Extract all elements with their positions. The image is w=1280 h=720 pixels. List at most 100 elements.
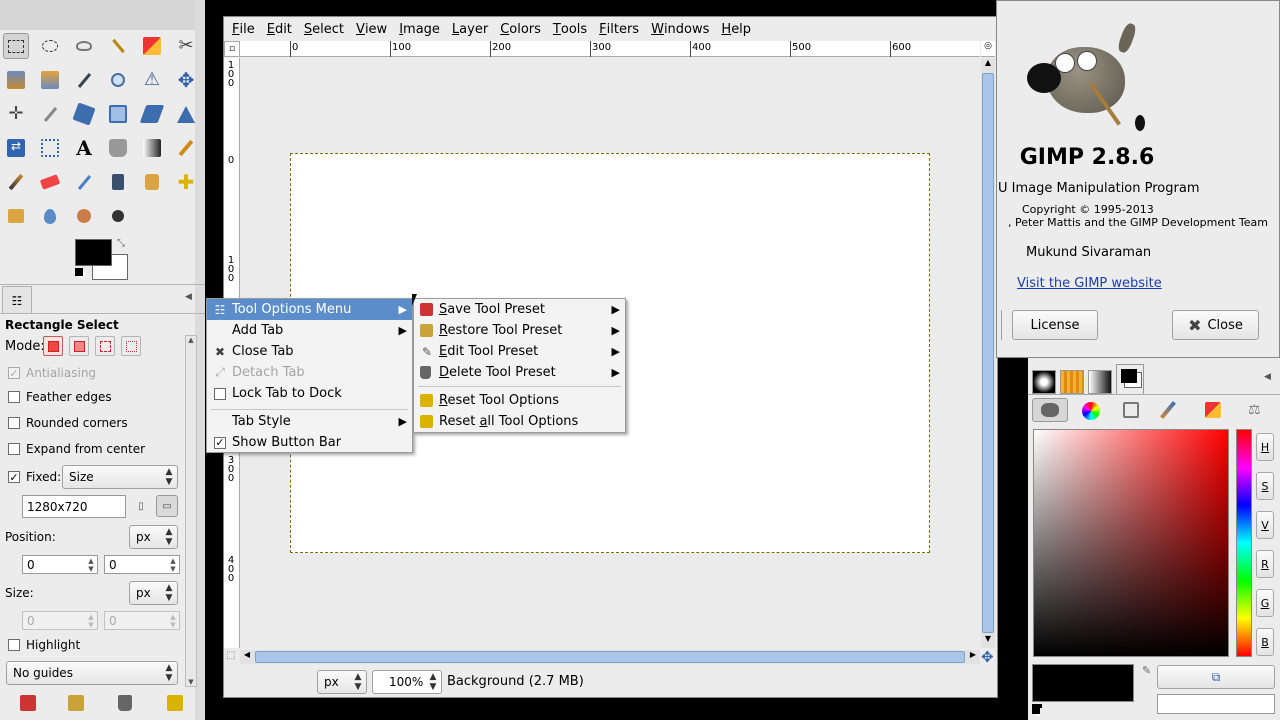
- fixed-option[interactable]: ✓ Fixed:: [8, 470, 61, 484]
- fixed-size-input[interactable]: 1280x720: [22, 495, 126, 518]
- horizontal-scroll-thumb[interactable]: [255, 651, 965, 663]
- scroll-up-icon[interactable]: ▲: [981, 58, 995, 72]
- navigate-icon[interactable]: ✥: [981, 649, 997, 665]
- expand-from-center-option[interactable]: Expand from center: [8, 442, 145, 456]
- mode-add-button[interactable]: [69, 336, 89, 356]
- antialiasing-checkbox[interactable]: ✓: [8, 367, 20, 379]
- restore-options-icon[interactable]: [68, 695, 84, 711]
- menu-tools[interactable]: Tools: [547, 17, 593, 41]
- free-select-tool-icon[interactable]: [71, 33, 97, 59]
- airbrush-tool-icon[interactable]: [71, 169, 97, 195]
- paintbrush-tool-icon[interactable]: [3, 169, 29, 195]
- measure-tool-icon[interactable]: ⚠: [139, 67, 165, 93]
- shear-tool-icon[interactable]: [139, 101, 165, 127]
- scroll-right-icon[interactable]: ▶: [966, 650, 980, 664]
- highlight-option[interactable]: Highlight: [8, 638, 80, 652]
- fixed-mode-select[interactable]: Size ▲ ▼: [62, 465, 178, 489]
- channel-button-g[interactable]: G: [1256, 589, 1274, 617]
- printer-selector-icon[interactable]: [1123, 402, 1139, 418]
- save-options-icon[interactable]: [20, 695, 36, 711]
- landscape-toggle-button[interactable]: ▭: [156, 495, 178, 517]
- menu-view[interactable]: View: [350, 17, 393, 41]
- menu-item-delete-tool-preset[interactable]: Delete Tool Preset ▶: [414, 362, 625, 383]
- feather-edges-checkbox[interactable]: [8, 391, 20, 403]
- foreground-select-tool-icon[interactable]: [3, 67, 29, 93]
- size-height-input[interactable]: 0 ▲ ▼: [104, 611, 180, 630]
- default-colors-icon[interactable]: [75, 268, 83, 276]
- tab-tool-options[interactable]: ☷: [2, 286, 32, 314]
- menu-item-add-tab[interactable]: Add Tab ▶: [207, 320, 412, 341]
- antialiasing-option[interactable]: ✓ Antialiasing: [8, 366, 96, 380]
- menu-colors[interactable]: Colors: [494, 17, 547, 41]
- watercolor-selector-icon[interactable]: [1160, 401, 1176, 419]
- show-button-bar-checkbox[interactable]: ✓: [213, 436, 227, 450]
- cage-transform-tool-icon[interactable]: [37, 135, 63, 161]
- perspective-tool-icon[interactable]: [173, 101, 199, 127]
- fuzzy-select-tool-icon[interactable]: [105, 33, 131, 59]
- unit-select[interactable]: px ▲ ▼: [317, 670, 367, 694]
- gimp-selector-button[interactable]: [1032, 398, 1068, 422]
- guides-select[interactable]: No guides ▲ ▼: [6, 661, 178, 685]
- zoom-select[interactable]: 100% ▲ ▼: [372, 670, 442, 694]
- menu-file[interactable]: File: [226, 17, 261, 41]
- paths-tool-icon[interactable]: [37, 67, 63, 93]
- tab-fg-bg-colors[interactable]: [1116, 364, 1144, 394]
- spin-arrows-icon[interactable]: ▲ ▼: [85, 557, 97, 573]
- delete-options-icon[interactable]: [118, 695, 132, 711]
- position-x-input[interactable]: 0 ▲ ▼: [22, 555, 98, 574]
- eraser-tool-icon[interactable]: [37, 169, 63, 195]
- channel-button-h[interactable]: H: [1256, 433, 1274, 461]
- blur-tool-icon[interactable]: [37, 203, 63, 229]
- crop-tool-icon[interactable]: [37, 101, 63, 127]
- menu-item-lock-tab[interactable]: Lock Tab to Dock: [207, 383, 412, 404]
- flip-tool-icon[interactable]: ⇄: [3, 135, 29, 161]
- menu-item-save-tool-preset[interactable]: Save Tool Preset ▶: [414, 299, 625, 320]
- menu-edit[interactable]: Edit: [261, 17, 298, 41]
- menu-layer[interactable]: Layer: [446, 17, 494, 41]
- menu-item-tool-options-menu[interactable]: ☷ Tool Options Menu ▶: [207, 299, 412, 320]
- mode-intersect-button[interactable]: [121, 336, 141, 356]
- feather-edges-option[interactable]: Feather edges: [8, 390, 112, 404]
- scissors-select-tool-icon[interactable]: ✂: [173, 33, 199, 59]
- rounded-corners-option[interactable]: Rounded corners: [8, 416, 128, 430]
- zoom-tool-icon[interactable]: [105, 67, 131, 93]
- zoom-lock-icon[interactable]: ◎: [981, 41, 995, 57]
- fg-color-preview[interactable]: [1032, 664, 1134, 702]
- blend-tool-icon[interactable]: [139, 135, 165, 161]
- license-button[interactable]: License: [1012, 310, 1098, 340]
- scroll-down-icon[interactable]: ▼: [186, 678, 196, 686]
- channel-button-v[interactable]: V: [1256, 511, 1274, 539]
- channel-button-b[interactable]: B: [1256, 628, 1274, 656]
- menu-item-reset-all-tool-options[interactable]: Reset all Tool Options: [414, 411, 625, 432]
- dodge-burn-tool-icon[interactable]: [105, 203, 131, 229]
- size-width-input[interactable]: 0 ▲ ▼: [22, 611, 98, 630]
- spin-arrows-icon[interactable]: ▲ ▼: [85, 613, 97, 629]
- hex-color-input[interactable]: [1157, 694, 1275, 714]
- gimp-website-link[interactable]: Visit the GIMP website: [1017, 276, 1162, 291]
- scroll-up-icon[interactable]: ▲: [186, 336, 196, 344]
- brushes-tab-icon[interactable]: [1032, 370, 1056, 394]
- rounded-corners-checkbox[interactable]: [8, 417, 20, 429]
- mode-subtract-button[interactable]: [95, 336, 115, 356]
- vertical-scrollbar[interactable]: ▲ ▼: [981, 58, 995, 648]
- portrait-icon[interactable]: ▯: [133, 497, 149, 516]
- menu-image[interactable]: Image: [393, 17, 446, 41]
- scroll-down-icon[interactable]: ▼: [981, 634, 995, 648]
- ink-tool-icon[interactable]: [105, 169, 131, 195]
- reset-options-icon[interactable]: [167, 695, 183, 711]
- menu-item-detach-tab[interactable]: ⤢ Detach Tab: [207, 362, 412, 383]
- rect-select-tool-icon[interactable]: [3, 33, 29, 59]
- position-y-input[interactable]: 0 ▲ ▼: [104, 555, 180, 574]
- scale-tool-icon[interactable]: [105, 101, 131, 127]
- options-scrollbar[interactable]: ▲ ▼: [185, 335, 197, 687]
- position-unit-select[interactable]: px ▲ ▼: [129, 525, 178, 549]
- vertical-scroll-thumb[interactable]: [982, 73, 994, 633]
- scales-selector-icon[interactable]: ⚖: [1248, 402, 1261, 418]
- eyedropper-icon[interactable]: ✎: [1142, 664, 1151, 677]
- rotate-tool-icon[interactable]: [71, 101, 97, 127]
- select-by-color-tool-icon[interactable]: [139, 33, 165, 59]
- color-history-button[interactable]: ⧉: [1157, 665, 1275, 689]
- horizontal-ruler[interactable]: 0 100 200 300 400 500 600: [240, 41, 980, 57]
- menu-item-edit-tool-preset[interactable]: ✎ Edit Tool Preset ▶: [414, 341, 625, 362]
- quick-mask-corner-icon[interactable]: ▫: [224, 41, 240, 57]
